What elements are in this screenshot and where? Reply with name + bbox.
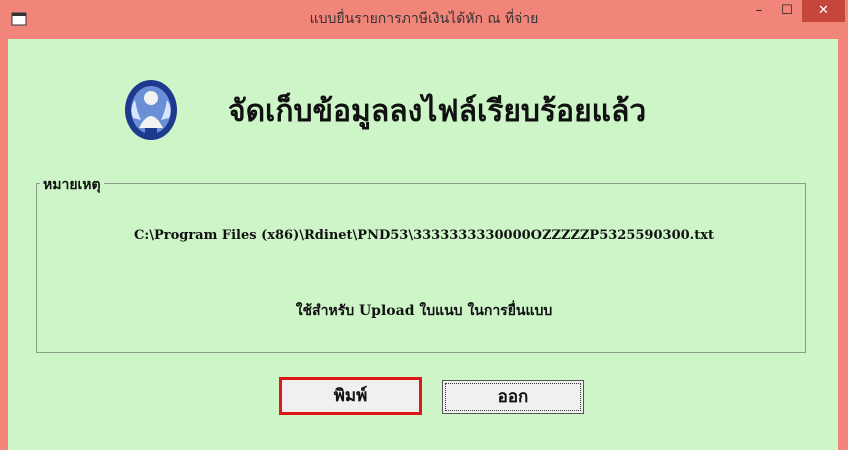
window-title: แบบยื่นรายการภาษีเงินได้หัก ณ ที่จ่าย bbox=[309, 11, 539, 27]
remarks-legend: หมายเหตุ bbox=[40, 174, 104, 196]
maximize-button[interactable]: ☐ bbox=[773, 0, 801, 22]
minimize-icon: – bbox=[755, 3, 763, 18]
success-message: จัดเก็บข้อมูลลงไฟล์เรียบร้อยแล้ว bbox=[228, 94, 647, 129]
window-border-right bbox=[838, 39, 848, 450]
close-button[interactable]: ✕ bbox=[802, 0, 845, 22]
upload-note: ใช้สำหรับ Upload ใบแนบ ในการยื่นแบบ bbox=[295, 303, 553, 319]
close-icon: ✕ bbox=[818, 3, 829, 18]
dialog-window: แบบยื่นรายการภาษีเงินได้หัก ณ ที่จ่าย – … bbox=[0, 0, 848, 450]
title-bar[interactable]: แบบยื่นรายการภาษีเงินได้หัก ณ ที่จ่าย – … bbox=[0, 0, 848, 39]
minimize-button[interactable]: – bbox=[745, 0, 773, 22]
maximize-icon: ☐ bbox=[781, 3, 793, 18]
remarks-groupbox bbox=[36, 183, 806, 353]
exit-button[interactable]: ออก bbox=[442, 380, 584, 414]
print-button[interactable]: พิมพ์ bbox=[279, 377, 422, 415]
revenue-emblem-icon bbox=[125, 80, 177, 140]
saved-file-path: C:\Program Files (x86)\Rdinet\PND53\3333… bbox=[134, 228, 714, 243]
window-border-left bbox=[0, 39, 8, 450]
